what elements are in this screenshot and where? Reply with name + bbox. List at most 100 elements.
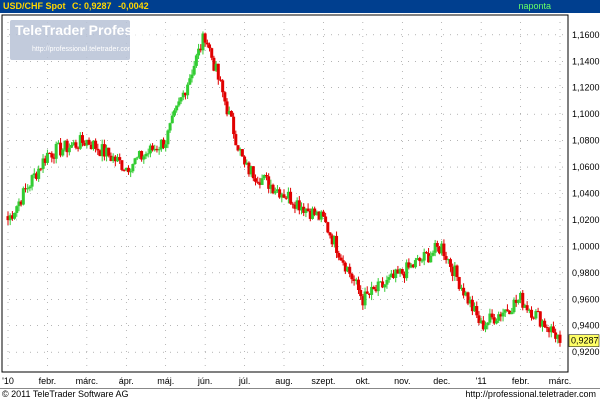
candle-body: [525, 305, 529, 311]
candle-body: [291, 203, 295, 205]
candle-body: [422, 252, 426, 261]
candle-body: [190, 74, 194, 79]
x-tick-label: jún.: [197, 376, 213, 386]
y-tick-label: 1,0800: [572, 136, 600, 146]
y-tick-label: 1,1000: [572, 109, 600, 119]
candle-body: [339, 257, 343, 261]
candle-body: [164, 144, 168, 148]
copyright-text: © 2011 TeleTrader Software AG: [2, 389, 129, 399]
candle-body: [484, 325, 488, 330]
candle-body: [166, 130, 170, 145]
candle-body: [129, 171, 133, 173]
price-chart: 0,9200 0,9400 0,9600 0,9800 1,0000 1,0200 1,04…: [1, 14, 600, 386]
x-tick-label: '11: [476, 376, 487, 386]
candle-body: [501, 312, 505, 317]
candle-body: [383, 284, 387, 288]
candle-body: [534, 311, 538, 319]
candle-body: [45, 152, 49, 163]
candle-body: [240, 149, 244, 157]
candle-body: [146, 153, 150, 155]
candle-body: [376, 281, 380, 292]
x-tick-label: febr.: [39, 376, 57, 386]
footer-url: http://professional.teletrader.com: [465, 389, 596, 399]
candle-body: [118, 157, 122, 161]
candle-body: [210, 48, 214, 58]
y-tick-label: 0,9200: [572, 347, 600, 357]
candle-body: [326, 222, 330, 233]
candle-body: [107, 147, 111, 156]
candle-body: [328, 232, 332, 236]
candle-body: [365, 291, 369, 294]
candle-body: [131, 164, 135, 172]
candle-body: [203, 33, 207, 43]
candle-body: [221, 80, 225, 93]
x-tick-label: júl.: [238, 376, 251, 386]
y-tick-label: 1,0000: [572, 241, 600, 251]
y-tick-label: 1,0200: [572, 215, 600, 225]
candle-body: [359, 290, 363, 297]
candle-body: [372, 286, 376, 290]
candle-body: [229, 110, 233, 117]
candle-body: [122, 169, 126, 171]
x-tick-label: nov.: [394, 376, 410, 386]
candle-body: [385, 279, 389, 285]
y-tick-label: 1,1600: [572, 30, 600, 40]
y-tick-label: 0,9400: [572, 321, 600, 331]
y-tick-label: 1,0600: [572, 162, 600, 172]
candle-body: [494, 320, 498, 324]
candle-body: [420, 260, 424, 262]
candle-body: [282, 194, 286, 198]
candle-body: [175, 105, 179, 111]
candle-body: [80, 135, 84, 143]
x-tick-label: febr.: [512, 376, 530, 386]
candle-body: [177, 101, 181, 106]
candle-body: [350, 273, 354, 280]
candle-body: [87, 139, 91, 145]
candle-body: [530, 309, 534, 318]
candle-body: [232, 116, 236, 135]
candle-body: [435, 243, 439, 247]
candle-body: [321, 211, 325, 217]
candle-body: [186, 84, 190, 96]
candle-body: [179, 97, 183, 102]
candle-body: [172, 110, 176, 116]
candle-body: [558, 334, 562, 343]
candle-body: [251, 166, 255, 179]
candle-body: [348, 266, 352, 274]
x-tick-label: okt.: [356, 376, 371, 386]
candle-body: [21, 188, 25, 205]
candle-body: [429, 255, 433, 263]
candle-body: [37, 168, 41, 179]
x-tick-label: aug.: [275, 376, 293, 386]
candle-body: [96, 148, 100, 151]
candle-body: [490, 313, 494, 318]
candle-body: [142, 156, 146, 160]
candle-body: [170, 115, 174, 124]
y-tick-label: 0,9600: [572, 294, 600, 304]
candle-body: [387, 277, 391, 280]
candle-body: [26, 188, 30, 190]
candle-body: [216, 63, 220, 80]
candle-body: [306, 208, 310, 212]
candle-body: [341, 260, 345, 263]
candle-body: [15, 206, 19, 213]
candle-body: [273, 191, 277, 194]
candle-body: [260, 178, 264, 185]
candle-body: [545, 327, 549, 329]
x-tick-label: márc.: [549, 376, 572, 386]
candle-body: [208, 44, 212, 49]
candle-body: [135, 157, 139, 159]
candle-body: [157, 149, 161, 151]
candle-body: [413, 260, 417, 268]
candle-body: [28, 186, 32, 189]
logo-brand: TeleTrader Professional: [15, 22, 173, 38]
candle-body: [424, 252, 428, 254]
candle-body: [94, 140, 98, 149]
y-tick-label: 0,9800: [572, 268, 600, 278]
logo-url: http://professional.teletrader.com: [32, 46, 134, 53]
candle-body: [188, 78, 192, 85]
candle-body: [486, 322, 490, 326]
candle-body: [13, 212, 17, 219]
candle-body: [335, 235, 339, 254]
candle-body: [356, 279, 360, 291]
